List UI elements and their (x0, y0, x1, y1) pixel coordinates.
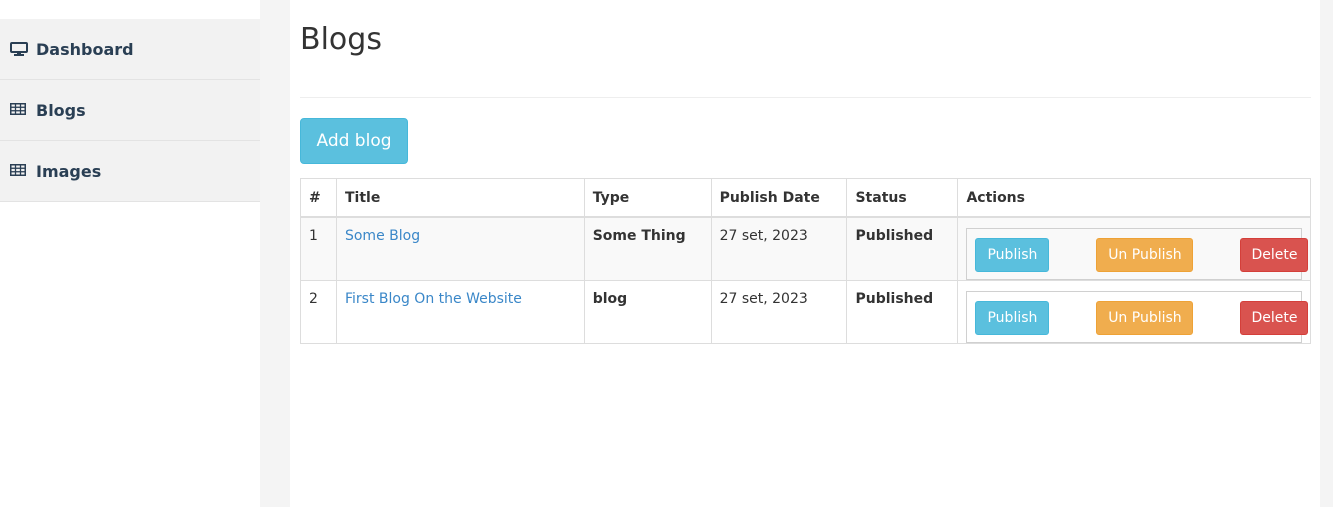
blog-title-cell: Some Blog (335, 216, 585, 281)
blog-publish-date: 27 set, 2023 (710, 216, 848, 281)
unpublish-button[interactable]: Un Publish (1096, 238, 1194, 272)
column-header-number: # (300, 178, 337, 218)
sidebar-item-images[interactable]: Images (0, 141, 260, 202)
table-row: 1 Some Blog Some Thing 27 set, 2023 Publ… (300, 216, 1311, 281)
content-gutter (260, 0, 290, 507)
actions-cell: Publish Un Publish Delete (957, 280, 1311, 344)
sidebar-nav: Dashboard Blogs Images (0, 19, 260, 202)
main-content: Blogs Add blog # Title Type Publish Date… (290, 0, 1320, 507)
row-number: 2 (300, 280, 337, 344)
blog-title-link[interactable]: First Blog On the Website (345, 291, 522, 307)
publish-button[interactable]: Publish (975, 238, 1050, 272)
blog-type: Some Thing (583, 216, 712, 281)
sidebar-item-label: Blogs (36, 100, 86, 120)
column-header-type: Type (583, 178, 712, 218)
blog-title-cell: First Blog On the Website (335, 280, 585, 344)
delete-button[interactable]: Delete (1240, 301, 1309, 335)
sidebar-item-label: Dashboard (36, 39, 134, 59)
publish-button[interactable]: Publish (975, 301, 1050, 335)
add-blog-button[interactable]: Add blog (300, 118, 408, 164)
table-header-row: # Title Type Publish Date Status Actions (300, 178, 1311, 218)
row-number: 1 (300, 216, 337, 281)
sidebar-top-spacer (0, 0, 260, 19)
page-title: Blogs (300, 22, 382, 57)
sidebar-item-dashboard[interactable]: Dashboard (0, 19, 260, 80)
blogs-table: # Title Type Publish Date Status Actions… (300, 178, 1311, 344)
delete-button[interactable]: Delete (1240, 238, 1309, 272)
unpublish-button[interactable]: Un Publish (1096, 301, 1194, 335)
actions-group: Publish Un Publish Delete (966, 291, 1309, 343)
column-header-publish-date: Publish Date (710, 178, 848, 218)
monitor-icon (10, 42, 28, 56)
title-divider (300, 97, 1311, 98)
table-icon (10, 164, 28, 178)
column-header-actions: Actions (957, 178, 1311, 218)
table-row: 2 First Blog On the Website blog 27 set,… (300, 280, 1311, 344)
blog-status: Published (846, 216, 959, 281)
right-scroll-gutter (1320, 0, 1333, 507)
blog-title-link[interactable]: Some Blog (345, 228, 420, 244)
sidebar-item-label: Images (36, 161, 102, 181)
column-header-status: Status (846, 178, 959, 218)
actions-cell: Publish Un Publish Delete (957, 216, 1311, 281)
table-icon (10, 103, 28, 117)
sidebar-item-blogs[interactable]: Blogs (0, 80, 260, 141)
blog-type: blog (583, 280, 712, 344)
blog-status: Published (846, 280, 959, 344)
sidebar: Dashboard Blogs Images (0, 0, 260, 507)
actions-group: Publish Un Publish Delete (966, 228, 1309, 280)
blog-publish-date: 27 set, 2023 (710, 280, 848, 344)
column-header-title: Title (335, 178, 585, 218)
